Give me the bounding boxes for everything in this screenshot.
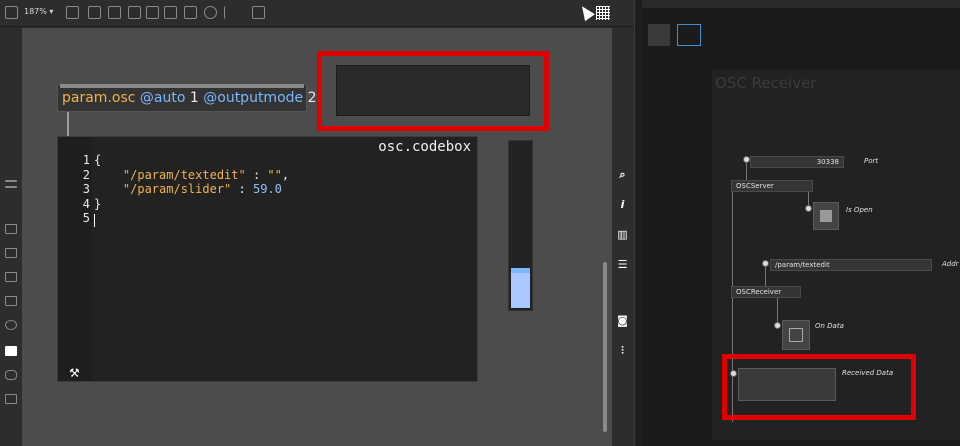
right-sidebar: ⌕ i ▥ ☰ ◙ ⫶ [612, 28, 634, 446]
attribute-auto-value: 1 [189, 90, 199, 106]
is-open-indicator [820, 210, 832, 222]
left-sidebar [0, 28, 22, 446]
json-value: 59.0 [252, 182, 282, 196]
send-icon[interactable] [5, 346, 17, 356]
line-number: 2 [82, 167, 90, 182]
toggle-object-icon[interactable] [146, 6, 159, 19]
address-value: /param/textedit [775, 261, 830, 269]
vertical-scrollbar[interactable] [603, 262, 607, 432]
mouse-cursor-icon [577, 2, 595, 22]
cable-icon[interactable] [5, 224, 17, 234]
oscserver-label: OSCServer [736, 182, 774, 190]
attribute-outputmode-value: 2 [307, 90, 317, 106]
line-number: 1 [82, 153, 90, 167]
param-osc-object[interactable]: param.osc @auto 1 @outputmode 2 [57, 84, 317, 112]
line-number: 3 [82, 182, 90, 196]
address-label: Addr [942, 260, 959, 268]
clip-icon[interactable] [5, 320, 17, 330]
port-pin[interactable] [743, 156, 750, 163]
slider-fill [511, 268, 530, 308]
patch-title: OSC Receiver [715, 74, 817, 92]
window-divider [634, 0, 642, 446]
code-line: 2 "/param/textedit" : "", [70, 168, 289, 183]
loop-icon[interactable] [5, 370, 17, 380]
port-label: Port [864, 157, 879, 165]
address-pin[interactable] [762, 260, 769, 267]
attribute-auto: @auto [139, 90, 186, 106]
comment-icon[interactable] [108, 6, 121, 19]
is-open-label: Is Open [846, 206, 873, 214]
slider-object-icon[interactable] [184, 6, 197, 19]
preview-tile[interactable] [648, 24, 670, 46]
line-number: 5 [82, 211, 90, 225]
search-icon[interactable]: ⌕ [616, 168, 629, 181]
patch-wire [746, 162, 747, 182]
is-open-pin[interactable] [805, 205, 812, 212]
bucket-icon[interactable] [252, 6, 265, 19]
on-data-pin[interactable] [774, 322, 781, 329]
chevron-down-icon: ▾ [49, 7, 54, 16]
json-key: "/param/slider" [122, 182, 232, 196]
codebox-title: osc.codebox [378, 139, 471, 155]
output-message-box[interactable] [336, 65, 530, 116]
book-icon[interactable]: ▥ [616, 228, 629, 241]
on-data-indicator [789, 328, 803, 342]
mixer-icon[interactable]: ⫶ [616, 344, 629, 357]
on-data-label: On Data [815, 322, 844, 330]
menu-icon[interactable] [5, 180, 17, 188]
code-line: 4 } [70, 197, 289, 212]
zoom-level: 187% [24, 7, 47, 16]
patch-wire [765, 266, 766, 286]
flip-icon[interactable] [5, 272, 17, 282]
hammer-icon[interactable]: ⚒ [69, 366, 80, 380]
zoom-menu[interactable]: 187% ▾ [24, 7, 53, 16]
oscreceiver-label: OSCReceiver [736, 288, 782, 296]
sidebar-toggle-icon[interactable] [5, 6, 18, 19]
list-icon[interactable]: ☰ [616, 258, 629, 271]
oscserver-node[interactable]: OSCServer [731, 180, 813, 192]
code-line: 1 { [70, 153, 289, 168]
panel-top-strip [642, 0, 960, 8]
image-icon[interactable] [5, 296, 17, 306]
patch-wire [777, 298, 778, 322]
on-data-bang[interactable] [782, 320, 810, 350]
object-inlet[interactable] [60, 84, 304, 88]
osc-receiver-window: OSC Receiver 30338 Port OSCServer Is Ope… [642, 0, 960, 446]
max-window: 187% ▾ param.osc @auto 1 @outputmode 2 o… [0, 0, 636, 446]
address-input[interactable]: /param/textedit [770, 259, 932, 271]
line-number: 4 [82, 196, 90, 211]
code-line: 3 "/param/slider" : 59.0 [70, 182, 289, 197]
attribute-outputmode: @outputmode [203, 90, 304, 106]
dial-object-icon[interactable] [204, 6, 217, 19]
oscreceiver-node[interactable]: OSCReceiver [731, 286, 801, 298]
port-value: 30338 [816, 158, 839, 166]
slider[interactable] [508, 140, 533, 311]
json-value: "" [267, 167, 282, 182]
text-cursor [94, 214, 95, 227]
object-name: param.osc [62, 90, 136, 106]
audio-icon[interactable] [5, 248, 17, 258]
button-object-icon[interactable] [128, 6, 141, 19]
grid-icon[interactable] [596, 6, 610, 20]
record-icon[interactable] [5, 394, 17, 404]
preview-tile-selected[interactable] [677, 24, 701, 46]
json-key: "/param/textedit" [122, 167, 246, 182]
code-editor[interactable]: 1 { 2 "/param/textedit" : "", 3 "/param/… [70, 153, 289, 226]
info-icon[interactable]: i [616, 198, 629, 211]
code-line: 5 [70, 211, 289, 226]
number-object-icon[interactable] [164, 6, 177, 19]
port-input[interactable]: 30338 [750, 156, 844, 168]
plus-icon[interactable] [224, 6, 237, 19]
new-object-icon[interactable] [66, 6, 79, 19]
camera-icon[interactable]: ◙ [616, 314, 629, 327]
highlight-frame-received [722, 354, 916, 420]
toolbar: 187% ▾ [0, 0, 636, 27]
new-message-icon[interactable] [88, 6, 101, 19]
osc-codebox[interactable]: osc.codebox 1 { 2 "/param/textedit" : ""… [57, 136, 478, 382]
patch-cord[interactable] [67, 112, 69, 136]
is-open-toggle[interactable] [813, 202, 839, 230]
slider-knob[interactable] [511, 268, 530, 273]
